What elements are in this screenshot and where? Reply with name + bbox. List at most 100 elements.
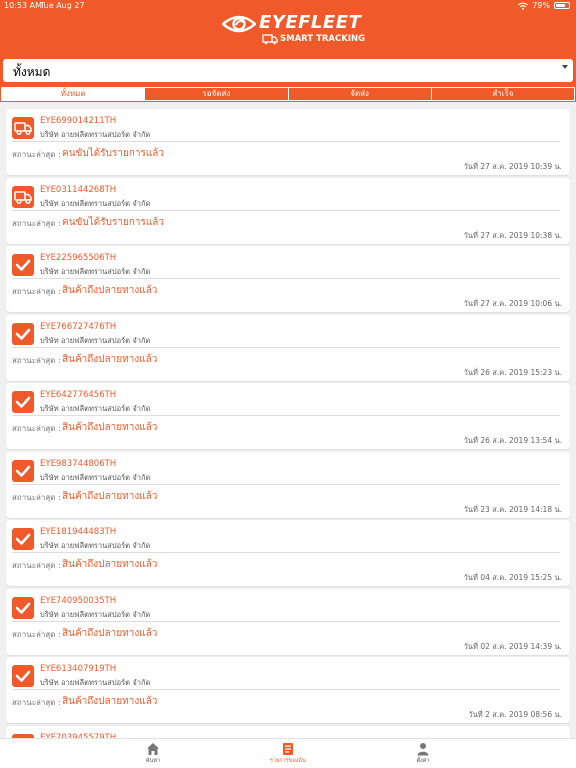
status-value: คนขับได้รับรายการแล้ว [62, 216, 165, 228]
order-card[interactable]: EYE766727476TH บริษัท อายฟลีตทรานสปอร์ต จ… [6, 314, 570, 381]
order-list: EYE699014211TH บริษัท อายฟลีตทรานสปอร์ต จ… [0, 102, 576, 738]
order-company: บริษัท อายฟลีตทรานสปอร์ต จำกัด [40, 609, 151, 619]
order-card[interactable]: EYE613407919TH บริษัท อายฟลีตทรานสปอร์ต จ… [6, 657, 570, 723]
status-label: สถานะล่าสุด : [12, 629, 61, 639]
truck-logo-icon [262, 34, 278, 45]
app-header: 10:53 AM Tue Aug 27 79% EYEFLEET SMART T… [0, 0, 576, 102]
order-date: วันที่ 27 ส.ค. 2019 10:06 น. [463, 299, 562, 308]
order-card[interactable]: EYE181944483TH บริษัท อายฟลีตทรานสปอร์ต จ… [6, 520, 570, 586]
status-value: สินค้าถึงปลายทางแล้ว [62, 627, 158, 639]
order-card[interactable]: EYE642776456TH บริษัท อายฟลีตทรานสปอร์ต จ… [6, 383, 570, 449]
check-icon [12, 459, 34, 482]
card-divider [12, 415, 560, 416]
order-code: EYE225965506TH [40, 253, 117, 263]
status-right: 79% [518, 1, 570, 10]
status-value: สินค้าถึงปลายทางแล้ว [62, 422, 158, 433]
person-icon [388, 742, 458, 756]
status-value: สินค้าถึงปลายทางแล้ว [62, 285, 158, 296]
tab-2[interactable]: จัดส่ง [288, 88, 432, 100]
status-date: Tue Aug 27 [40, 1, 85, 10]
order-code: EYE983744806TH [40, 458, 117, 469]
nav-label: รายการของฉัน [270, 758, 306, 764]
card-divider [12, 620, 560, 622]
status-filter-dropdown[interactable]: ทั้งหมด [3, 59, 573, 82]
card-divider [12, 689, 560, 690]
status-label: สถานะล่าสุด : [12, 218, 61, 228]
card-divider [12, 278, 560, 279]
card-divider [12, 209, 560, 211]
order-card[interactable]: EYE699014211TH บริษัท อายฟลีตทรานสปอร์ต จ… [6, 109, 570, 175]
order-card[interactable]: EYE703945579TH [6, 725, 570, 738]
card-divider [12, 552, 560, 553]
status-tabs: ทั้งหมด รอจัดส่ง จัดส่ง สำเร็จ [1, 87, 575, 101]
check-icon [12, 596, 34, 619]
order-code: EYE642776456TH [40, 390, 117, 400]
nav-item-2[interactable]: ตั้งค่า [388, 742, 458, 765]
check-icon [12, 528, 34, 550]
order-code: EYE766727476TH [40, 321, 117, 332]
dropdown-arrow-icon [562, 65, 568, 69]
order-card[interactable]: EYE225965506TH บริษัท อายฟลีตทรานสปอร์ต จ… [6, 246, 570, 312]
order-company: บริษัท อายฟลีตทรานสปอร์ต จำกัด [40, 335, 151, 345]
tab-0[interactable]: ทั้งหมด [2, 88, 146, 100]
tab-3[interactable]: สำเร็จ [431, 88, 574, 100]
order-date: วันที่ 27 ส.ค. 2019 10:39 น. [463, 162, 562, 171]
order-card[interactable]: EYE031144268TH บริษัท อายฟลีตทรานสปอร์ต จ… [6, 177, 570, 244]
check-icon [12, 254, 34, 276]
status-label: สถานะล่าสุด : [12, 698, 61, 707]
order-company: บริษัท อายฟลีตทรานสปอร์ต จำกัด [40, 267, 151, 276]
check-icon [12, 391, 34, 413]
order-code: EYE613407919TH [40, 664, 117, 674]
home-icon [118, 742, 188, 756]
check-icon [12, 665, 34, 687]
order-date: วันที่ 04 ส.ค. 2019 15:25 น. [463, 573, 562, 582]
status-value: สินค้าถึงปลายทางแล้ว [62, 353, 158, 365]
nav-label: ค้นหา [145, 758, 161, 764]
battery-icon [554, 2, 570, 9]
card-divider [12, 141, 560, 142]
status-value: สินค้าถึงปลายทางแล้ว [62, 559, 158, 570]
order-card[interactable]: EYE740950035TH บริษัท อายฟลีตทรานสปอร์ต จ… [6, 588, 570, 655]
brand-tagline: SMART TRACKING [280, 34, 366, 44]
order-date: วันที่ 27 ส.ค. 2019 10:38 น. [463, 230, 562, 240]
card-divider [12, 483, 560, 485]
eyefleet-logo: EYEFLEET SMART TRACKING [222, 12, 366, 46]
status-label: สถานะล่าสุด : [12, 287, 61, 296]
order-date: วันที่ 02 ส.ค. 2019 14:39 น. [463, 641, 562, 651]
dropdown-selected-value: ทั้งหมด [13, 65, 51, 79]
eye-logo-icon [222, 15, 256, 33]
brand-name: EYEFLEET [259, 12, 362, 33]
order-code: EYE699014211TH [40, 116, 117, 126]
nav-item-1[interactable]: รายการของฉัน [253, 742, 323, 765]
order-code: EYE031144268TH [40, 184, 117, 195]
status-time: 10:53 AM [4, 1, 42, 10]
status-label: สถานะล่าสุด : [12, 492, 61, 502]
list-icon [253, 742, 323, 756]
order-card[interactable]: EYE983744806TH บริษัท อายฟลีตทรานสปอร์ต จ… [6, 451, 570, 518]
order-company: บริษัท อายฟลีตทรานสปอร์ต จำกัด [40, 472, 151, 482]
order-company: บริษัท อายฟลีตทรานสปอร์ต จำกัด [40, 198, 151, 208]
check-icon [12, 322, 34, 345]
status-value: สินค้าถึงปลายทางแล้ว [62, 696, 158, 707]
status-label: สถานะล่าสุด : [12, 561, 61, 570]
truck-icon [12, 185, 34, 208]
card-divider [12, 346, 560, 348]
truck-icon [12, 117, 34, 139]
nav-item-0[interactable]: ค้นหา [118, 742, 188, 765]
order-date: วันที่ 2 ส.ค. 2019 08:56 น. [468, 710, 562, 719]
tab-1[interactable]: รอจัดส่ง [145, 88, 289, 100]
bottom-tab-bar: ค้นหา รายการของฉัน ตั้งค่า [0, 738, 576, 768]
order-company: บริษัท อายฟลีตทรานสปอร์ต จำกัด [40, 404, 151, 413]
status-label: สถานะล่าสุด : [12, 355, 61, 365]
wifi-icon [518, 2, 529, 10]
order-company: บริษัท อายฟลีตทรานสปอร์ต จำกัด [40, 541, 151, 550]
status-value: คนขับได้รับรายการแล้ว [62, 148, 165, 159]
order-company: บริษัท อายฟลีตทรานสปอร์ต จำกัด [40, 130, 151, 139]
battery-percent: 79% [532, 1, 550, 10]
order-code: EYE181944483TH [40, 527, 117, 537]
order-company: บริษัท อายฟลีตทรานสปอร์ต จำกัด [40, 678, 151, 687]
status-bar: 10:53 AM Tue Aug 27 79% [0, 0, 576, 12]
nav-label: ตั้งค่า [416, 758, 430, 764]
status-label: สถานะล่าสุด : [12, 424, 61, 433]
order-code: EYE740950035TH [40, 595, 117, 606]
